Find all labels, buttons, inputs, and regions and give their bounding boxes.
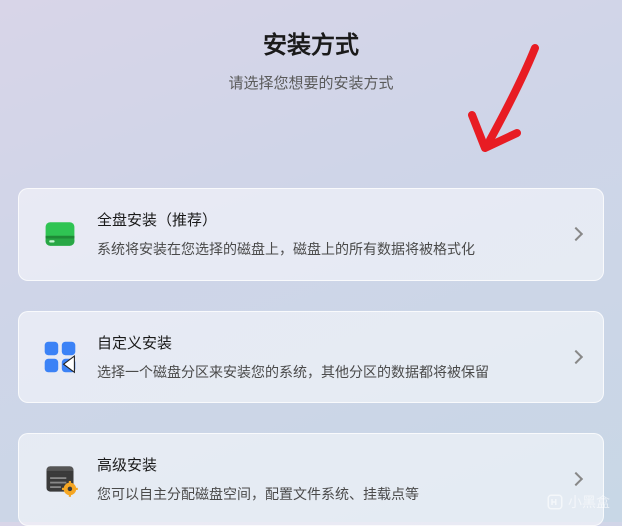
page-subtitle: 请选择您想要的安装方式 [18, 72, 604, 93]
option-text: 高级安装 您可以自主分配磁盘空间，配置文件系统、挂载点等 [97, 454, 561, 505]
option-title: 自定义安装 [97, 332, 561, 353]
header: 安装方式 请选择您想要的安装方式 [18, 25, 604, 93]
option-advanced[interactable]: 高级安装 您可以自主分配磁盘空间，配置文件系统、挂载点等 [18, 433, 604, 526]
option-title: 高级安装 [97, 454, 561, 475]
disk-icon [41, 215, 79, 253]
partition-icon [41, 338, 79, 376]
option-title: 全盘安装（推荐） [97, 209, 561, 230]
option-text: 全盘安装（推荐） 系统将安装在您选择的磁盘上，磁盘上的所有数据将被格式化 [97, 209, 561, 260]
chevron-right-icon [569, 227, 583, 241]
watermark-icon [546, 493, 564, 511]
option-full-disk[interactable]: 全盘安装（推荐） 系统将安装在您选择的磁盘上，磁盘上的所有数据将被格式化 [18, 188, 604, 281]
advanced-icon [41, 460, 79, 498]
page-title: 安装方式 [18, 25, 604, 60]
watermark-text: 小黑盒 [568, 492, 610, 512]
option-custom[interactable]: 自定义安装 选择一个磁盘分区来安装您的系统，其他分区的数据都将被保留 [18, 311, 604, 404]
chevron-right-icon [569, 472, 583, 486]
option-desc: 选择一个磁盘分区来安装您的系统，其他分区的数据都将被保留 [97, 363, 561, 383]
chevron-right-icon [569, 350, 583, 364]
option-text: 自定义安装 选择一个磁盘分区来安装您的系统，其他分区的数据都将被保留 [97, 332, 561, 383]
watermark: 小黑盒 [546, 492, 610, 512]
option-desc: 系统将安装在您选择的磁盘上，磁盘上的所有数据将被格式化 [97, 240, 561, 260]
option-desc: 您可以自主分配磁盘空间，配置文件系统、挂载点等 [97, 485, 561, 505]
